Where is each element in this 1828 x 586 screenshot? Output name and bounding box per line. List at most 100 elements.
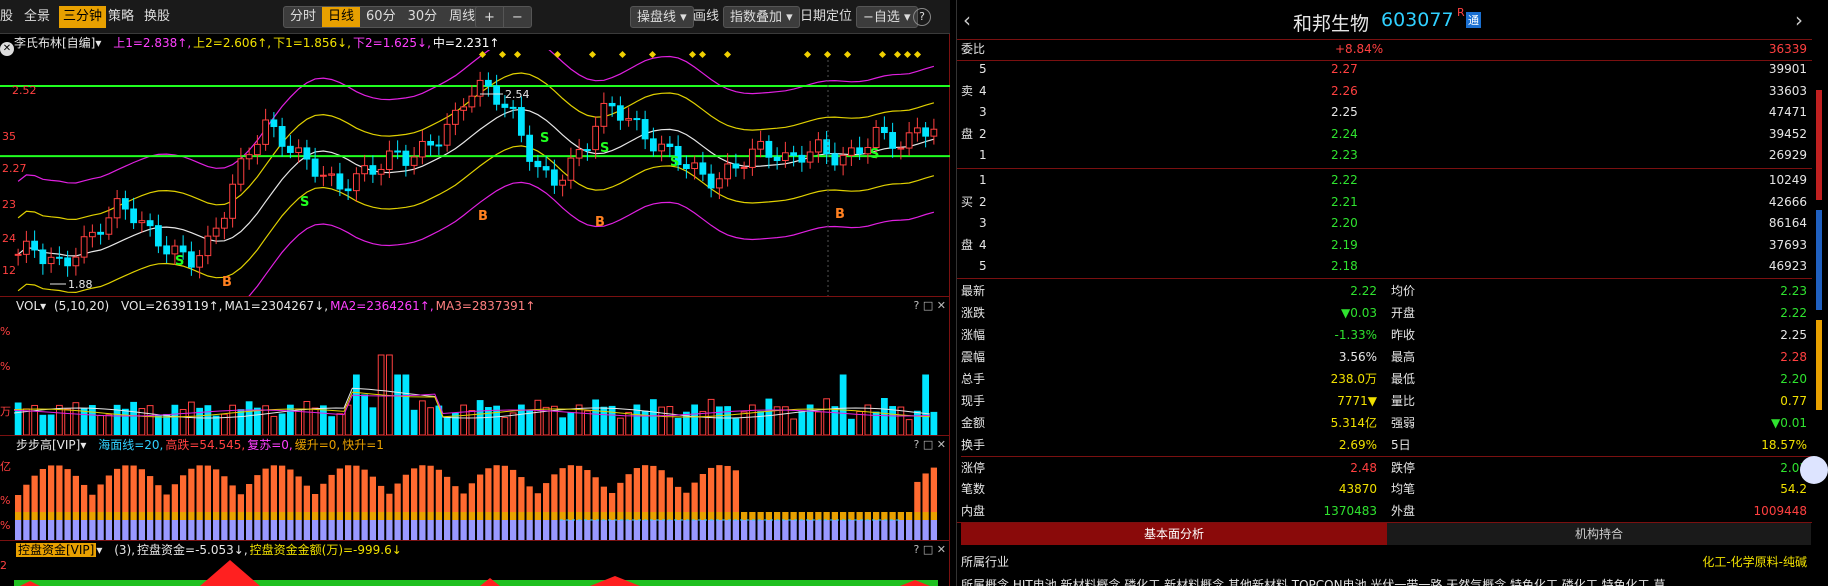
- sell-signal: S: [670, 155, 679, 170]
- vol-window-buttons[interactable]: ? □ ✕: [914, 297, 946, 315]
- tab-fundamental[interactable]: 基本面分析: [961, 523, 1387, 545]
- y-axis-label: 2.27: [2, 162, 27, 175]
- tab-panorama[interactable]: 全景: [24, 6, 50, 28]
- stat-row[interactable]: 金额 5.314亿 强弱 ▼0.01: [961, 412, 1811, 434]
- step-bar-blue: [930, 520, 938, 540]
- draw-line-button[interactable]: 画线: [693, 6, 719, 28]
- period-30min[interactable]: 30分: [402, 7, 444, 27]
- step-bar-blue: [872, 520, 880, 540]
- step-bar-orange: [410, 512, 418, 520]
- candle-body: [666, 143, 674, 147]
- tab-stocks[interactable]: 股: [0, 6, 13, 28]
- sell-order-row[interactable]: 5 2.27 39901: [961, 58, 1811, 80]
- sell-order-row[interactable]: 卖 4 2.26 33603: [961, 80, 1811, 102]
- buy-order-row[interactable]: 买 2 2.21 42666: [961, 191, 1811, 213]
- step-bar-red: [188, 468, 195, 512]
- candle-body: [377, 168, 385, 175]
- stat-row[interactable]: 最新 2.22 均价 2.23: [961, 280, 1811, 302]
- step-bar-orange: [551, 512, 558, 520]
- stat-row[interactable]: 内盘 1370483 外盘 1009448: [961, 500, 1811, 522]
- stat-row[interactable]: 涨停 2.48 跌停 2.03: [961, 456, 1811, 478]
- step-bar-red: [650, 465, 657, 512]
- buy-order-row[interactable]: 1 2.22 10249: [961, 169, 1811, 191]
- volume-bar: [394, 374, 402, 435]
- step-bar-red: [113, 468, 121, 512]
- step-bar-blue: [699, 520, 707, 540]
- stat-row[interactable]: 涨幅 -1.33% 昨收 2.25: [961, 324, 1811, 346]
- indicator-name[interactable]: 李氏布林[自编]: [14, 36, 95, 50]
- level: 4: [979, 237, 987, 252]
- trade-line-dropdown[interactable]: 操盘线 ▾: [630, 6, 694, 28]
- industry-value[interactable]: 化工-化学原料-纯碱: [1702, 551, 1807, 573]
- zoom-in-button[interactable]: +: [476, 7, 503, 27]
- step-bar-red: [212, 469, 220, 512]
- tab-institutions[interactable]: 机构持合: [1387, 523, 1811, 545]
- date-locate-button[interactable]: 日期定位: [800, 6, 852, 28]
- sell-order-row[interactable]: 3 2.25 47471: [961, 101, 1811, 123]
- volume-bar: [649, 399, 657, 435]
- margin-badge: R: [1457, 6, 1465, 19]
- buy-order-row[interactable]: 5 2.18 46923: [961, 255, 1811, 277]
- period-daily[interactable]: 日线: [322, 7, 361, 27]
- stat-row[interactable]: 换手 2.69% 5日 18.57%: [961, 434, 1811, 456]
- sell-order-row[interactable]: 盘 2 2.24 39452: [961, 123, 1811, 145]
- stat-row[interactable]: 笔数 43870 均笔 54.2: [961, 478, 1811, 500]
- step-bar-orange: [922, 512, 929, 520]
- step-bar-red: [270, 465, 278, 512]
- y-axis-label: 23: [2, 198, 16, 211]
- candle-body: [625, 118, 633, 121]
- level: 4: [979, 83, 987, 98]
- tab-strategy[interactable]: 策略: [108, 6, 134, 28]
- step-bar-orange: [559, 512, 566, 520]
- volume-bar: [798, 411, 806, 435]
- weibi-value: +8.84%: [1335, 42, 1384, 56]
- vol-name[interactable]: VOL: [16, 299, 40, 313]
- step-bar-orange: [575, 512, 583, 520]
- stat-row[interactable]: 震幅 3.56% 最高 2.28: [961, 346, 1811, 368]
- bbg-window-buttons[interactable]: ? □ ✕: [914, 436, 946, 454]
- stat-row[interactable]: 总手 238.0万 最低 2.20: [961, 368, 1811, 390]
- volume-bar: [80, 408, 88, 435]
- step-bar-blue: [476, 520, 484, 540]
- candlestick-chart[interactable]: S S S S S S B B B B 2.52 35 2.27 23 24 12 2.54 1.88: [0, 50, 950, 296]
- stat-value: 54.2: [1780, 482, 1807, 496]
- step-high-chart[interactable]: 亿%%: [0, 454, 950, 540]
- stat-value: -1.33%: [1334, 328, 1377, 342]
- help-icon[interactable]: ?: [913, 8, 931, 26]
- candle-body: [897, 147, 905, 150]
- stat-row[interactable]: 现手 7771▼ 量比 0.77: [961, 390, 1811, 412]
- candle-body: [319, 174, 327, 177]
- buy-order-row[interactable]: 盘 4 2.19 37693: [961, 234, 1811, 256]
- price: 2.24: [1331, 126, 1358, 141]
- signal-diamond: [878, 50, 887, 59]
- volume-bar: [790, 418, 798, 435]
- period-timeshare[interactable]: 分时: [284, 7, 322, 27]
- ctrl-name[interactable]: 控盘资金[VIP]: [16, 543, 97, 557]
- step-bar-red: [204, 465, 212, 512]
- volume-chart[interactable]: %% 万: [0, 315, 950, 435]
- zoom-out-button[interactable]: −: [502, 7, 531, 27]
- capital-control-chart[interactable]: 2: [0, 559, 950, 586]
- tab-three-minute[interactable]: 三分钟: [59, 6, 107, 28]
- step-bar-orange: [369, 512, 377, 520]
- step-bar-orange: [790, 512, 797, 520]
- buy-order-row[interactable]: 3 2.20 86164: [961, 212, 1811, 234]
- period-60min[interactable]: 60分: [360, 7, 402, 27]
- stat-label: 内盘: [961, 504, 986, 518]
- sell-signal: S: [175, 254, 184, 269]
- watchlist-dropdown[interactable]: −自选 ▾: [856, 6, 918, 28]
- step-bar-red: [691, 482, 698, 512]
- tab-switch-stock[interactable]: 换股: [144, 6, 170, 28]
- candle-body: [781, 152, 789, 161]
- index-overlay-dropdown[interactable]: 指数叠加 ▾: [723, 6, 800, 28]
- chevron-left-icon[interactable]: ‹: [963, 8, 971, 32]
- ctrl-window-buttons[interactable]: ? □ ✕: [914, 541, 946, 559]
- step-bar-red: [336, 468, 344, 512]
- step-bar-blue: [526, 520, 533, 540]
- assistant-icon[interactable]: [1800, 456, 1828, 484]
- bbg-name[interactable]: 步步高[VIP]: [16, 438, 80, 452]
- chevron-right-icon[interactable]: ›: [1795, 8, 1803, 32]
- level: 2: [979, 126, 987, 141]
- sell-order-row[interactable]: 1 2.23 26929: [961, 144, 1811, 166]
- stat-row[interactable]: 涨跌 ▼0.03 开盘 2.22: [961, 302, 1811, 324]
